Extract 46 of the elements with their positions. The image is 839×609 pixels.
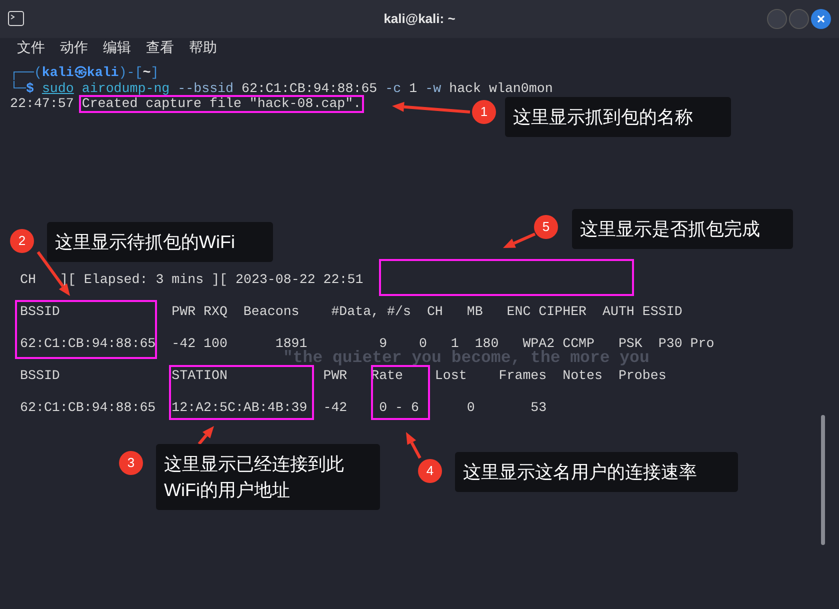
minimize-button[interactable] <box>767 9 787 29</box>
output-line: 62:C1:CB:94:88:65 12:A2:5C:AB:4B:39 -42 0 - 6 0 53 <box>19 400 547 416</box>
output-line: BSSID PWR RXQ Beacons #Data, #/s CH MB ENC CIPHER AUTH ESSID <box>19 304 682 320</box>
callout: 这里显示这名用户的连接速率 <box>455 452 738 492</box>
number-badge: 2 <box>10 229 34 253</box>
number-badge: 4 <box>418 459 442 483</box>
timestamp: 22:47:57 <box>10 96 74 112</box>
command-text: -w <box>425 80 442 96</box>
callout: 这里显示抓到包的名称 <box>505 97 731 137</box>
command-text: 62:C1:CB:94:88:65 <box>242 80 378 96</box>
callout: 这里显示已经连接到此WiFi的用户地址 <box>156 444 380 510</box>
menu-item[interactable]: 查看 <box>146 36 174 58</box>
elapsed-text: ][ Elapsed: 3 mins ][ 2023-08-22 22:51 <box>60 272 364 288</box>
callout: 这里显示待抓包的WiFi <box>47 222 273 262</box>
prompt-text: ~ <box>142 65 151 80</box>
menu-item[interactable]: 帮助 <box>189 36 217 58</box>
highlight-frame <box>371 365 430 420</box>
number-badge: 1 <box>472 100 496 124</box>
output-text: Created capture file "hack-08.cap". <box>82 96 362 111</box>
command-text: hack wlan0mon <box>449 80 553 96</box>
arrow <box>406 432 422 459</box>
arrow <box>198 426 214 445</box>
menu-item[interactable]: 编辑 <box>103 36 131 58</box>
command-text: --bssid <box>178 80 234 96</box>
number-badge: 5 <box>534 215 558 239</box>
prompt-text: kali㉿kali <box>42 65 119 80</box>
command-text: airodump-ng <box>82 80 170 96</box>
command-text: $ <box>26 80 34 96</box>
close-icon <box>817 15 825 23</box>
channel-label: CH <box>20 272 36 288</box>
prompt-text: )-[ <box>118 65 143 80</box>
menu-item[interactable]: 文件 <box>17 36 45 58</box>
close-button[interactable] <box>811 9 831 29</box>
callout: 这里显示是否抓包完成 <box>572 209 793 249</box>
menu-item[interactable]: 动作 <box>60 36 88 58</box>
terminal-icon <box>8 11 24 26</box>
prompt-text: ┌──( <box>10 65 42 80</box>
command-text: sudo <box>42 80 74 96</box>
output-line: 62:C1:CB:94:88:65 -42 100 1891 9 0 1 180 WPA2 CCMP PSK P30 Pro <box>19 336 714 351</box>
arrow <box>503 232 536 248</box>
prompt-text: ] <box>150 65 159 80</box>
window-title: kali@kali: ~ <box>384 10 456 28</box>
command-text: 1 <box>409 80 418 96</box>
command-text: -c <box>385 80 402 96</box>
number-badge: 3 <box>119 451 143 475</box>
command-text: └─ <box>10 80 26 96</box>
